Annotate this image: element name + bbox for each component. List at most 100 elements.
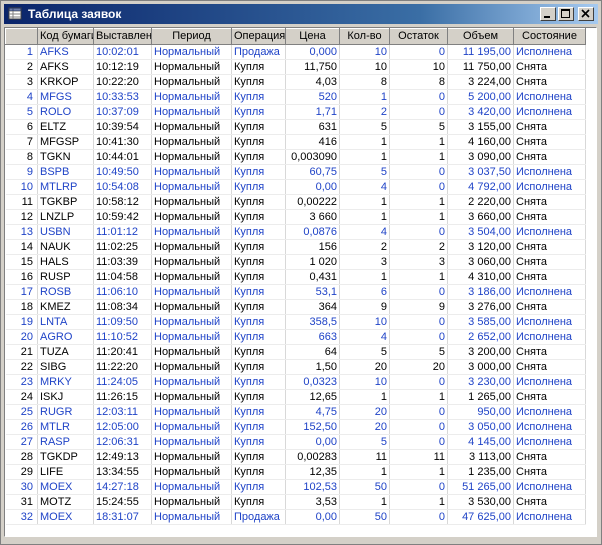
cell-volume: 3 660,00 [447,209,514,225]
column-header-placed[interactable]: Выставлена [93,28,152,45]
cell-quantity: 11 [339,449,390,465]
cell-volume: 3 155,00 [447,119,514,135]
cell-quantity: 1 [339,149,390,165]
close-icon [581,9,590,18]
title-bar[interactable]: Таблица заявок [4,4,598,24]
cell-period: Нормальный [151,464,232,480]
cell-operation: Купля [231,194,286,210]
cell-operation: Купля [231,494,286,510]
cell-placed: 10:12:19 [93,59,152,75]
cell-placed: 10:37:09 [93,104,152,120]
cell-state: Исполнена [513,374,586,390]
cell-price: 53,1 [285,284,340,300]
table-row[interactable]: 5 ROLO 10:37:09 Нормальный Купля 1,71 2 0 3 420,… [5,104,586,120]
table-row[interactable]: 9 BSPB 10:49:50 Нормальный Купля 60,75 5 0 3 037… [5,164,586,180]
table-row[interactable]: 7 MFGSP 10:41:30 Нормальный Купля 416 1 1 4 160,… [5,134,586,150]
cell-placed: 10:54:08 [93,179,152,195]
cell-code: USBN [37,224,94,240]
cell-period: Нормальный [151,209,232,225]
table-row[interactable]: 27 RASP 12:06:31 Нормальный Купля 0,00 5 0 4 145… [5,434,586,450]
table-row[interactable]: 19 LNTA 11:09:50 Нормальный Купля 358,5 10 0 3 5… [5,314,586,330]
table-row[interactable]: 18 KMEZ 11:08:34 Нормальный Купля 364 9 9 3 276,… [5,299,586,315]
row-index: 25 [5,404,38,420]
cell-quantity: 3 [339,254,390,270]
table-row[interactable]: 26 MTLR 12:05:00 Нормальный Купля 152,50 20 0 3 … [5,419,586,435]
orders-table-area[interactable]: Код бумаги Выставлена Период Операция Це… [4,27,597,537]
table-row[interactable]: 31 MOTZ 15:24:55 Нормальный Купля 3,53 1 1 3 530… [5,494,586,510]
cell-volume: 3 090,00 [447,149,514,165]
cell-period: Нормальный [151,269,232,285]
cell-price: 0,0876 [285,224,340,240]
column-header-state[interactable]: Состояние [513,28,586,45]
column-header-index[interactable] [5,28,38,45]
cell-operation: Купля [231,74,286,90]
table-row[interactable]: 22 SIBG 11:22:20 Нормальный Купля 1,50 20 20 3 0… [5,359,586,375]
table-row[interactable]: 2 AFKS 10:12:19 Нормальный Купля 11,750 10 10 11… [5,59,586,75]
table-row[interactable]: 29 LIFE 13:34:55 Нормальный Купля 12,35 1 1 1 23… [5,464,586,480]
table-row[interactable]: 23 MRKY 11:24:05 Нормальный Купля 0,0323 10 0 3 … [5,374,586,390]
cell-remainder: 0 [389,284,448,300]
column-header-quantity[interactable]: Кол-во [339,28,390,45]
table-row[interactable]: 24 ISKJ 11:26:15 Нормальный Купля 12,65 1 1 1 26… [5,389,586,405]
cell-remainder: 0 [389,434,448,450]
cell-placed: 10:39:54 [93,119,152,135]
column-header-operation[interactable]: Операция [231,28,286,45]
table-row[interactable]: 32 MOEX 18:31:07 Нормальный Продажа 0,00 50 0 47… [5,509,586,525]
cell-code: MTLRP [37,179,94,195]
table-row[interactable]: 21 TUZA 11:20:41 Нормальный Купля 64 5 5 3 200,0… [5,344,586,360]
table-row[interactable]: 16 RUSP 11:04:58 Нормальный Купля 0,431 1 1 4 31… [5,269,586,285]
cell-placed: 10:49:50 [93,164,152,180]
table-row[interactable]: 11 TGKBP 10:58:12 Нормальный Купля 0,00222 1 1 2… [5,194,586,210]
cell-price: 12,65 [285,389,340,405]
cell-quantity: 4 [339,224,390,240]
table-row[interactable]: 14 NAUK 11:02:25 Нормальный Купля 156 2 2 3 120,… [5,239,586,255]
cell-price: 3,53 [285,494,340,510]
table-row[interactable]: 1 AFKS 10:02:01 Нормальный Продажа 0,000 10 0 11… [5,44,586,60]
cell-code: AFKS [37,44,94,60]
column-header-code[interactable]: Код бумаги [37,28,94,45]
column-header-volume[interactable]: Объем [447,28,514,45]
table-row[interactable]: 15 HALS 11:03:39 Нормальный Купля 1 020 3 3 3 06… [5,254,586,270]
cell-quantity: 10 [339,59,390,75]
table-row[interactable]: 25 RUGR 12:03:11 Нормальный Купля 4,75 20 0 950,… [5,404,586,420]
table-row[interactable]: 4 MFGS 10:33:53 Нормальный Купля 520 1 0 5 200,0… [5,89,586,105]
table-row[interactable]: 20 AGRO 11:10:52 Нормальный Купля 663 4 0 2 652,… [5,329,586,345]
table-row[interactable]: 28 TGKDP 12:49:13 Нормальный Купля 0,00283 11 1… [5,449,586,465]
table-row[interactable]: 3 KRKOP 10:22:20 Нормальный Купля 4,03 8 8 3 224… [5,74,586,90]
table-row[interactable]: 8 TGKN 10:44:01 Нормальный Купля 0,003090 1 1 3 … [5,149,586,165]
close-button[interactable] [578,7,594,21]
cell-remainder: 1 [389,494,448,510]
cell-operation: Купля [231,299,286,315]
cell-state: Исполнена [513,284,586,300]
cell-operation: Купля [231,359,286,375]
cell-price: 3 660 [285,209,340,225]
row-index: 12 [5,209,38,225]
cell-period: Нормальный [151,74,232,90]
cell-remainder: 0 [389,329,448,345]
cell-period: Нормальный [151,224,232,240]
minimize-icon [544,16,550,18]
minimize-button[interactable] [540,7,556,21]
cell-volume: 51 265,00 [447,479,514,495]
column-header-period[interactable]: Период [151,28,232,45]
cell-code: MOTZ [37,494,94,510]
table-row[interactable]: 6 ELTZ 10:39:54 Нормальный Купля 631 5 5 3 155,0… [5,119,586,135]
cell-period: Нормальный [151,359,232,375]
cell-remainder: 0 [389,374,448,390]
cell-volume: 3 420,00 [447,104,514,120]
cell-volume: 4 310,00 [447,269,514,285]
table-row[interactable]: 30 MOEX 14:27:18 Нормальный Купля 102,53 50 0 51… [5,479,586,495]
cell-code: TGKBP [37,194,94,210]
table-row[interactable]: 10 MTLRP 10:54:08 Нормальный Купля 0,00 4 0 4 79… [5,179,586,195]
column-header-remainder[interactable]: Остаток [389,28,448,45]
cell-placed: 10:41:30 [93,134,152,150]
maximize-button[interactable] [558,7,574,21]
cell-code: ROLO [37,104,94,120]
cell-price: 0,00 [285,509,340,525]
column-header-price[interactable]: Цена [285,28,340,45]
table-row[interactable]: 17 ROSB 11:06:10 Нормальный Купля 53,1 6 0 3 186… [5,284,586,300]
cell-placed: 10:58:12 [93,194,152,210]
row-index: 22 [5,359,38,375]
table-row[interactable]: 12 LNZLP 10:59:42 Нормальный Купля 3 660 1 1 3 6… [5,209,586,225]
table-row[interactable]: 13 USBN 11:01:12 Нормальный Купля 0,0876 4 0 3 5… [5,224,586,240]
